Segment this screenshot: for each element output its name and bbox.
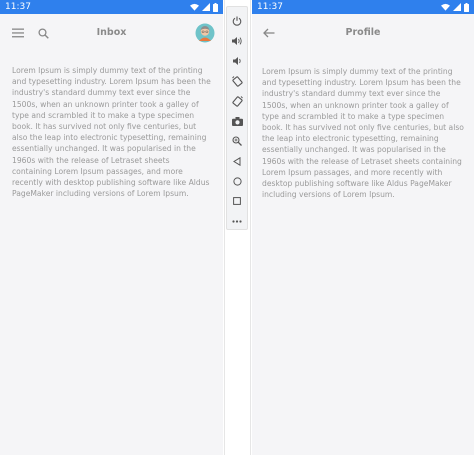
status-bar: 11:37 xyxy=(252,0,474,14)
volume-up-icon[interactable] xyxy=(227,33,247,49)
inbox-screen: 11:37 Inbox Lorem Ipsum is simply dummy … xyxy=(0,0,223,455)
status-time: 11:37 xyxy=(5,2,31,12)
body-text: Lorem Ipsum is simply dummy text of the … xyxy=(262,67,464,200)
battery-icon xyxy=(213,2,218,12)
signal-icon xyxy=(453,3,461,11)
rotate-right-icon[interactable] xyxy=(227,93,247,109)
avatar[interactable] xyxy=(195,23,215,43)
status-bar: 11:37 xyxy=(0,0,223,14)
zoom-icon[interactable] xyxy=(227,133,247,149)
body-text: Lorem Ipsum is simply dummy text of the … xyxy=(12,66,211,199)
status-time: 11:37 xyxy=(257,2,283,12)
window-divider xyxy=(224,0,225,455)
page-title: Inbox xyxy=(96,27,127,38)
app-bar: Profile xyxy=(252,14,474,52)
volume-down-icon[interactable] xyxy=(227,53,247,69)
more-icon[interactable] xyxy=(227,213,247,229)
emulator-toolbar xyxy=(226,6,248,230)
overview-icon[interactable] xyxy=(227,193,247,209)
power-icon[interactable] xyxy=(227,13,247,29)
signal-icon xyxy=(202,3,210,11)
wifi-icon xyxy=(441,3,450,11)
battery-icon xyxy=(464,2,469,12)
home-icon[interactable] xyxy=(227,173,247,189)
page-title: Profile xyxy=(345,27,381,38)
wifi-icon xyxy=(190,3,199,11)
rotate-left-icon[interactable] xyxy=(227,73,247,89)
app-bar: Inbox xyxy=(0,14,223,52)
window-divider xyxy=(250,0,251,455)
camera-icon[interactable] xyxy=(227,113,247,129)
back-icon[interactable] xyxy=(227,153,247,169)
profile-screen: 11:37 Profile Lorem Ipsum is simply dumm… xyxy=(252,0,474,455)
